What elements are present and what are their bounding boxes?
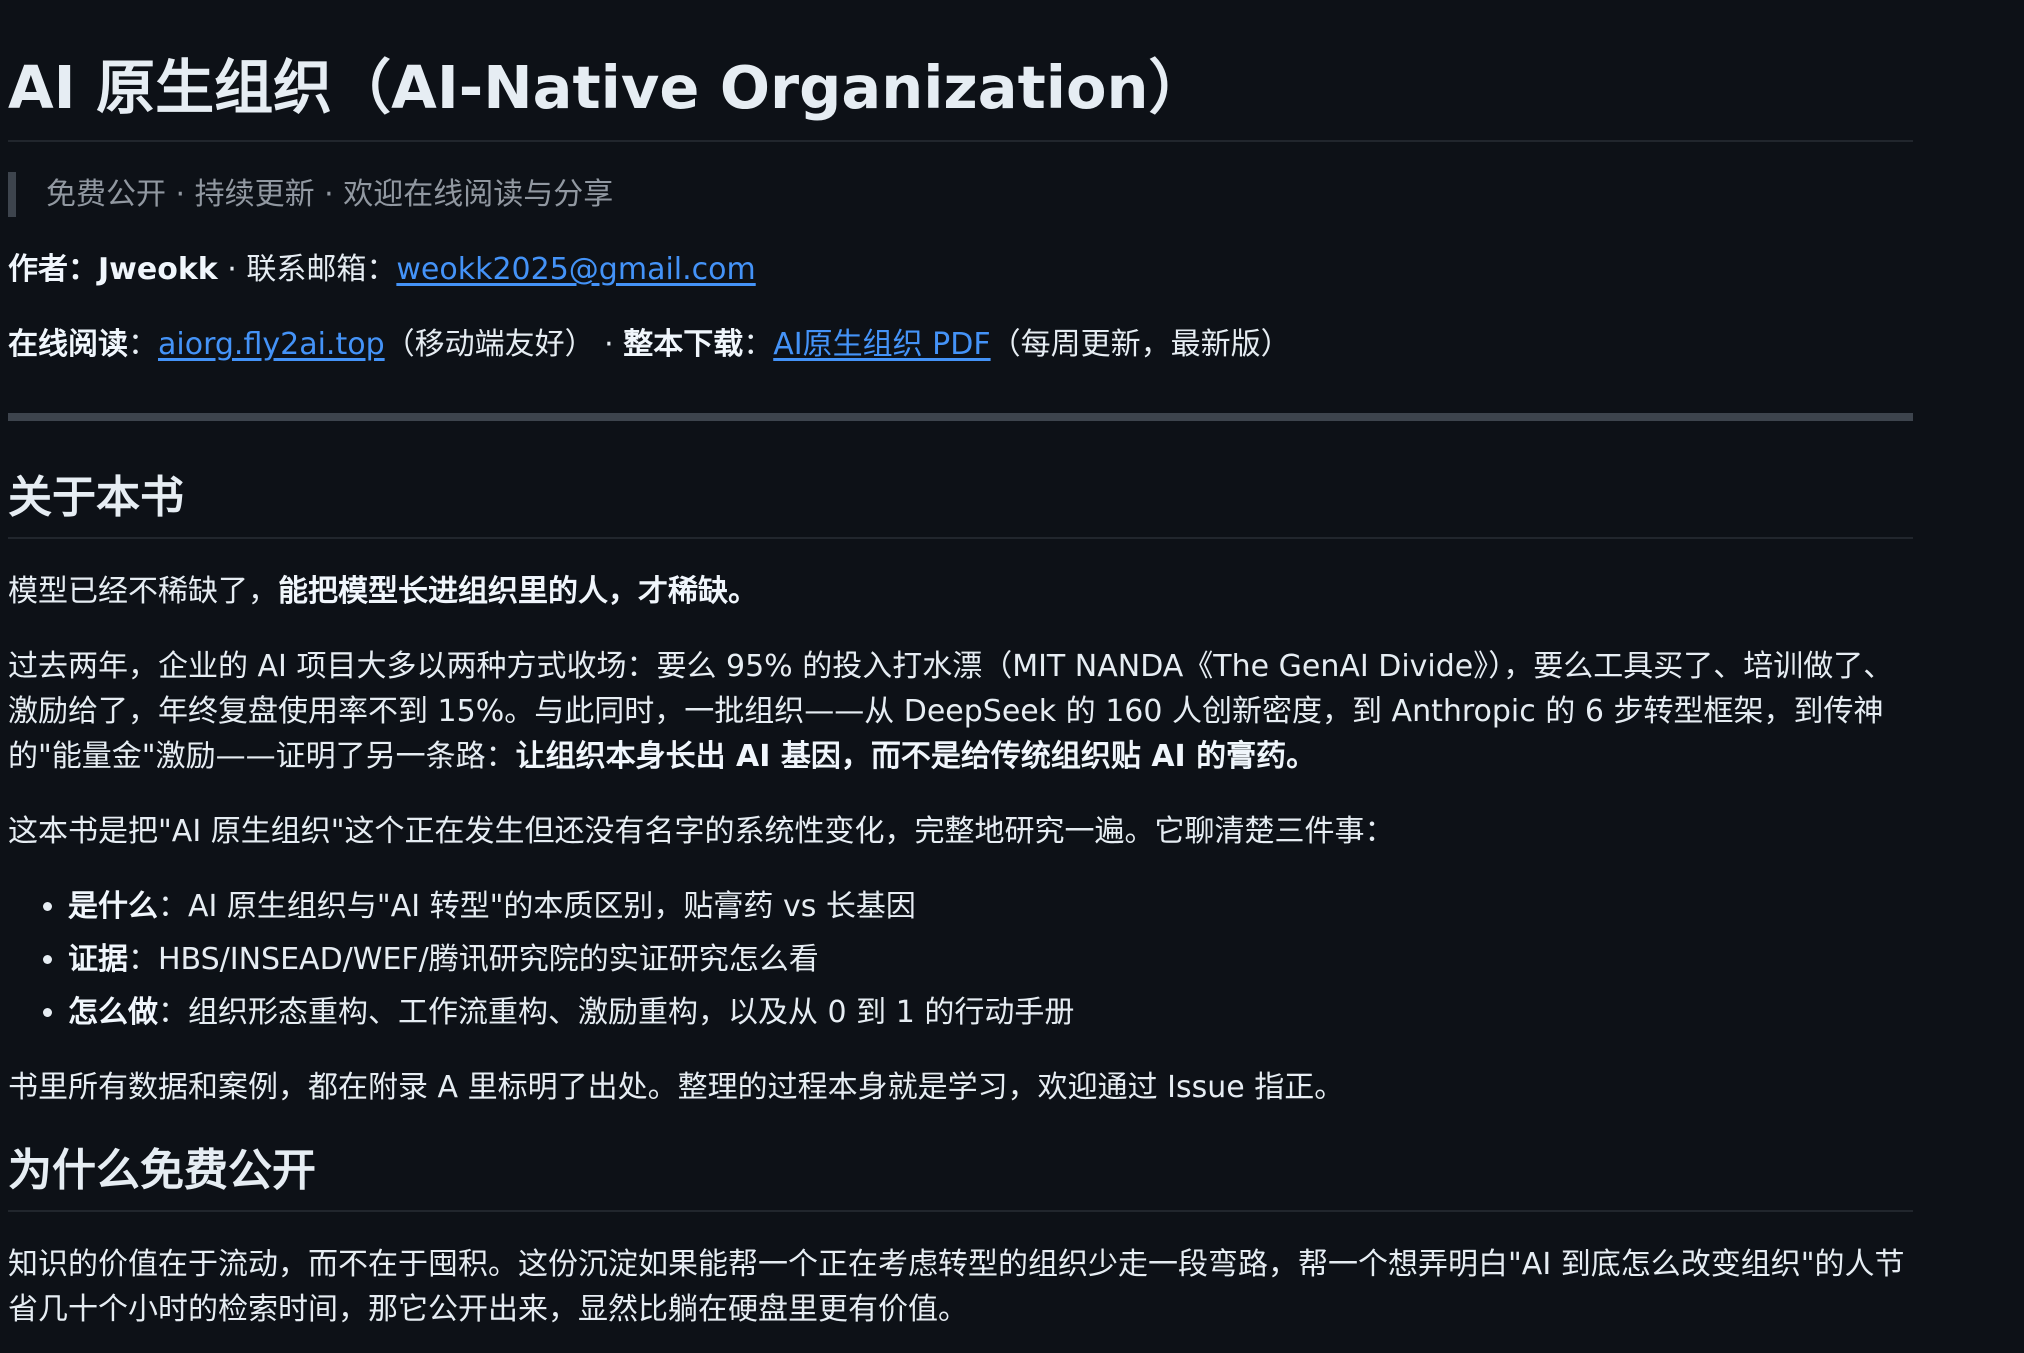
paragraph-emphasis: 让组织本身长出 AI 基因，而不是给传统组织贴 AI 的膏药。 xyxy=(515,739,1317,774)
list-item: 是什么：AI 原生组织与"AI 转型"的本质区别，贴膏药 vs 长基因 xyxy=(68,884,1913,929)
online-read-note: （移动端友好） · xyxy=(384,327,624,362)
horizontal-rule xyxy=(8,413,1913,421)
tagline-quote: 免费公开 · 持续更新 · 欢迎在线阅读与分享 xyxy=(8,172,1913,217)
list-item-text: ：HBS/INSEAD/WEF/腾讯研究院的实证研究怎么看 xyxy=(128,942,819,977)
about-paragraph-3: 这本书是把"AI 原生组织"这个正在发生但还没有名字的系统性变化，完整地研究一遍… xyxy=(8,814,1395,849)
list-item-label: 证据 xyxy=(68,942,128,977)
paragraph-emphasis: 能把模型长进组织里的人，才稀缺。 xyxy=(278,574,758,609)
about-paragraph-2: 过去两年，企业的 AI 项目大多以两种方式收场：要么 95% 的投入打水漂（MI… xyxy=(8,644,1913,779)
section-heading-why-free: 为什么免费公开 xyxy=(8,1140,1913,1212)
links-line: 在线阅读：aiorg.fly2ai.top（移动端友好） · 整本下载：AI原生… xyxy=(8,322,1913,367)
list-item: 证据：HBS/INSEAD/WEF/腾讯研究院的实证研究怎么看 xyxy=(68,937,1913,982)
why-free-paragraph-1: 知识的价值在于流动，而不在于囤积。这份沉淀如果能帮一个正在考虑转型的组织少走一段… xyxy=(8,1247,1905,1327)
list-item-text: ：AI 原生组织与"AI 转型"的本质区别，贴膏药 vs 长基因 xyxy=(158,889,916,924)
readme-document: AI 原生组织（AI-Native Organization） 免费公开 · 持… xyxy=(8,0,1913,1332)
topics-list: 是什么：AI 原生组织与"AI 转型"的本质区别，贴膏药 vs 长基因 证据：H… xyxy=(8,884,1913,1035)
download-label: 整本下载 xyxy=(623,327,744,362)
online-read-link[interactable]: aiorg.fly2ai.top xyxy=(158,327,385,362)
author-line: 作者：Jweokk · 联系邮箱：weokk2025@gmail.com xyxy=(8,247,1913,292)
about-paragraph-4: 书里所有数据和案例，都在附录 A 里标明了出处。整理的过程本身就是学习，欢迎通过… xyxy=(8,1070,1345,1105)
colon: ： xyxy=(743,327,774,362)
contact-label: · 联系邮箱： xyxy=(217,252,397,287)
paragraph-text: 模型已经不稀缺了， xyxy=(8,574,278,609)
section-heading-about: 关于本书 xyxy=(8,467,1913,539)
author-label: 作者： xyxy=(8,252,98,287)
download-note: （每周更新，最新版） xyxy=(990,327,1291,362)
list-item-label: 是什么 xyxy=(68,889,158,924)
author-name: Jweokk xyxy=(98,252,218,287)
pdf-download-link[interactable]: AI原生组织 PDF xyxy=(773,327,990,362)
tagline-text: 免费公开 · 持续更新 · 欢迎在线阅读与分享 xyxy=(46,177,614,212)
page-title: AI 原生组织（AI-Native Organization） xyxy=(8,44,1913,142)
online-read-label: 在线阅读 xyxy=(8,327,128,362)
list-item-label: 怎么做 xyxy=(68,995,158,1030)
list-item: 怎么做：组织形态重构、工作流重构、激励重构，以及从 0 到 1 的行动手册 xyxy=(68,990,1913,1035)
colon: ： xyxy=(128,327,158,362)
list-item-text: ：组织形态重构、工作流重构、激励重构，以及从 0 到 1 的行动手册 xyxy=(158,995,1075,1030)
about-paragraph-1: 模型已经不稀缺了，能把模型长进组织里的人，才稀缺。 xyxy=(8,569,1913,614)
email-link[interactable]: weokk2025@gmail.com xyxy=(396,252,755,287)
